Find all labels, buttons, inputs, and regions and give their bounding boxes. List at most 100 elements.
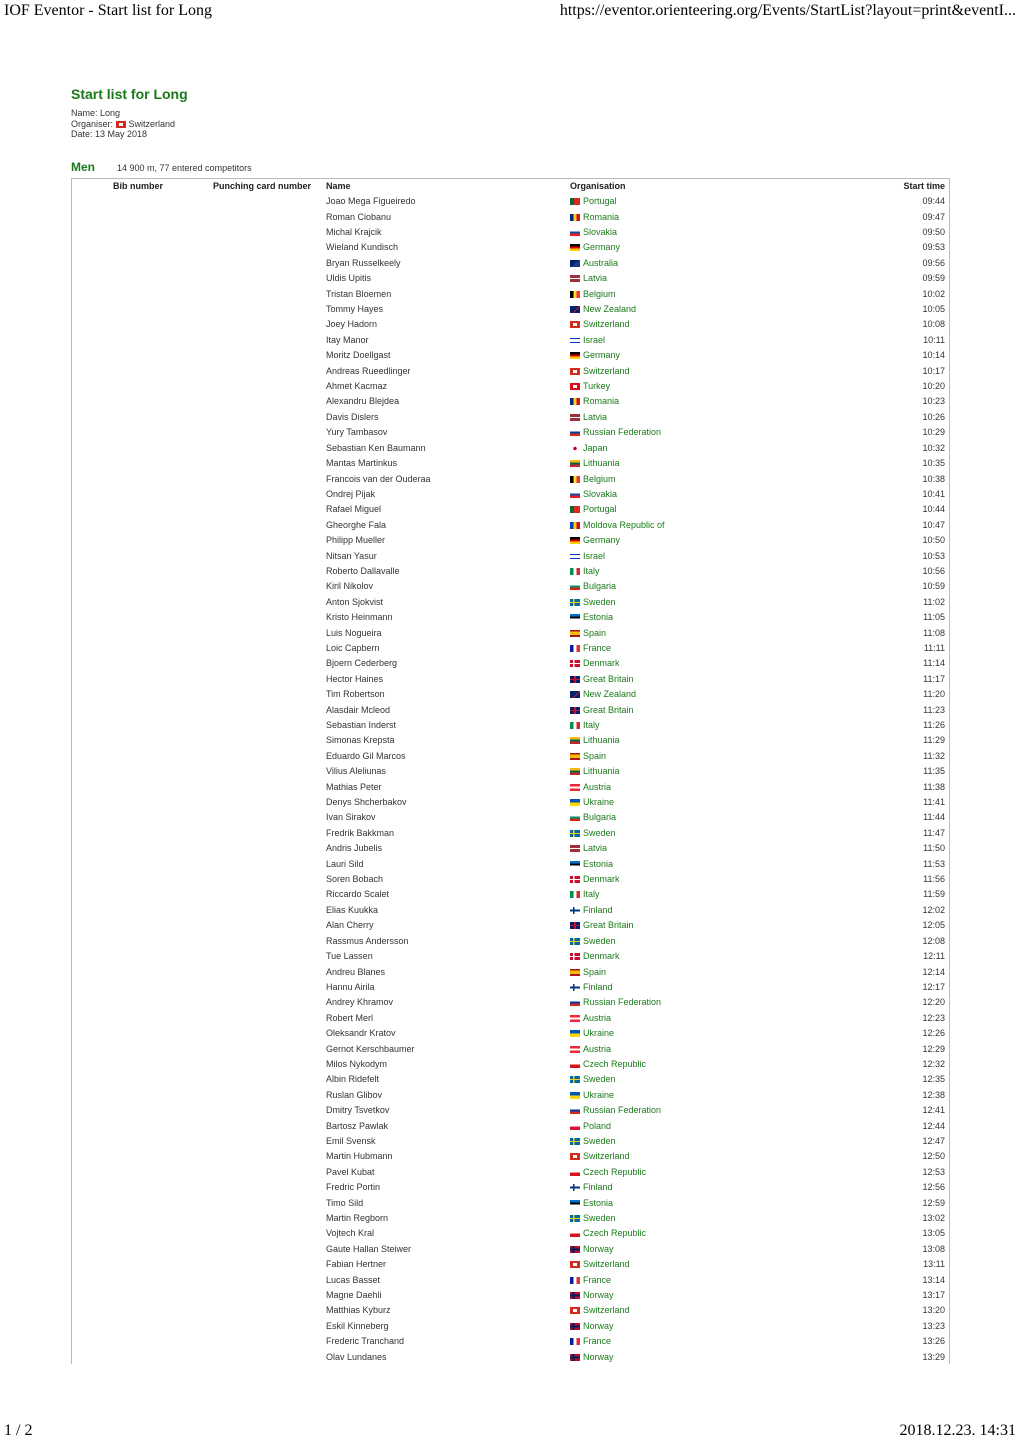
organisation-link[interactable]: Latvia [583, 843, 607, 853]
organisation-link[interactable]: Turkey [583, 381, 610, 391]
organisation-link[interactable]: Switzerland [583, 366, 630, 376]
bib-number-cell [72, 764, 198, 779]
organisation-link[interactable]: Switzerland [583, 1259, 630, 1269]
organisation-link[interactable]: Russian Federation [583, 427, 661, 437]
organisation-link[interactable]: Switzerland [583, 319, 630, 329]
organisation-link[interactable]: Norway [583, 1244, 614, 1254]
organisation-link[interactable]: Italy [583, 720, 600, 730]
organisation-link[interactable]: Finland [583, 905, 613, 915]
organisation-link[interactable]: Denmark [583, 951, 620, 961]
organisation-cell: Denmark [570, 656, 860, 671]
organisation-cell: Estonia [570, 1195, 860, 1210]
organisation-link[interactable]: Austria [583, 1013, 611, 1023]
organisation-link[interactable]: Czech Republic [583, 1167, 646, 1177]
table-row: Uldis Upitis Latvia 09:59 [72, 271, 949, 286]
organisation-link[interactable]: Russian Federation [583, 1105, 661, 1115]
table-row: Lauri Sild Estonia 11:53 [72, 856, 949, 871]
organisation-link[interactable]: Italy [583, 566, 600, 576]
punching-card-cell [198, 1303, 326, 1318]
organisation-link[interactable]: Israel [583, 335, 605, 345]
organisation-link[interactable]: Estonia [583, 612, 613, 622]
organisation-link[interactable]: Germany [583, 242, 620, 252]
organisation-link[interactable]: Spain [583, 628, 606, 638]
organisation-link[interactable]: Estonia [583, 1198, 613, 1208]
organisation-link[interactable]: Bulgaria [583, 581, 616, 591]
organisation-link[interactable]: Lithuania [583, 766, 620, 776]
organisation-link[interactable]: Denmark [583, 874, 620, 884]
organisation-link[interactable]: Sweden [583, 1136, 616, 1146]
organisation-link[interactable]: Spain [583, 967, 606, 977]
organisation-link[interactable]: Japan [583, 443, 608, 453]
organisation-link[interactable]: Poland [583, 1121, 611, 1131]
organisation-link[interactable]: Ukraine [583, 797, 614, 807]
organisation-link[interactable]: Portugal [583, 196, 617, 206]
organisation-link[interactable]: Great Britain [583, 920, 634, 930]
switzerland-flag-icon [570, 321, 580, 329]
organisation-link[interactable]: Sweden [583, 1213, 616, 1223]
organisation-link[interactable]: New Zealand [583, 304, 636, 314]
organisation-link[interactable]: Switzerland [583, 1151, 630, 1161]
table-row: Fabian Hertner Switzerland 13:11 [72, 1257, 949, 1272]
organisation-link[interactable]: Moldova Republic of [583, 520, 665, 530]
table-row: Fredric Portin Finland 12:56 [72, 1180, 949, 1195]
start-time: 12:02 [922, 904, 945, 915]
organisation-link[interactable]: Bulgaria [583, 812, 616, 822]
organisation-link[interactable]: Italy [583, 889, 600, 899]
organisation-link[interactable]: Israel [583, 551, 605, 561]
start-time: 10:17 [922, 365, 945, 376]
organisation-link[interactable]: Sweden [583, 1074, 616, 1084]
competitor-name: Moritz Doellgast [326, 350, 391, 361]
organisation-link[interactable]: Australia [583, 258, 618, 268]
organisation-link[interactable]: Sweden [583, 597, 616, 607]
punching-card-cell [198, 317, 326, 332]
start-time: 11:14 [923, 658, 945, 669]
organisation-link[interactable]: Lithuania [583, 458, 620, 468]
organisation-link[interactable]: Ukraine [583, 1090, 614, 1100]
start-time: 11:05 [923, 612, 945, 623]
organisation-link[interactable]: Switzerland [583, 1305, 630, 1315]
organisation-link[interactable]: Latvia [583, 412, 607, 422]
organisation-cell: Finland [570, 1180, 860, 1195]
organisation-link[interactable]: Norway [583, 1321, 614, 1331]
organisation-link[interactable]: France [583, 1336, 611, 1346]
competitor-name: Tristan Bloemen [326, 288, 392, 299]
organisation-link[interactable]: Slovakia [583, 489, 617, 499]
organisation-link[interactable]: Romania [583, 212, 619, 222]
organisation-link[interactable]: Lithuania [583, 735, 620, 745]
organisation-link[interactable]: Finland [583, 982, 613, 992]
organisation-link[interactable]: Ukraine [583, 1028, 614, 1038]
organisation-link[interactable]: Sweden [583, 936, 616, 946]
organisation-link[interactable]: France [583, 643, 611, 653]
organisation-link[interactable]: Germany [583, 535, 620, 545]
organisation-link[interactable]: Sweden [583, 828, 616, 838]
organisation-link[interactable]: Belgium [583, 474, 616, 484]
organisation-link[interactable]: Germany [583, 350, 620, 360]
organisation-link[interactable]: Finland [583, 1182, 613, 1192]
organisation-link[interactable]: Denmark [583, 658, 620, 668]
organisation-link[interactable]: Spain [583, 751, 606, 761]
organisation-link[interactable]: France [583, 1275, 611, 1285]
organisation-link[interactable]: Estonia [583, 859, 613, 869]
bib-number-cell [72, 471, 198, 486]
organisation-link[interactable]: Norway [583, 1352, 614, 1362]
organisation-link[interactable]: Great Britain [583, 705, 634, 715]
organisation-link[interactable]: Norway [583, 1290, 614, 1300]
organisation-cell: Spain [570, 625, 860, 640]
organisation-link[interactable]: Latvia [583, 273, 607, 283]
organisation-link[interactable]: Romania [583, 396, 619, 406]
organisation-link[interactable]: Portugal [583, 504, 617, 514]
organisation-link[interactable]: Russian Federation [583, 997, 661, 1007]
organisation-link[interactable]: Belgium [583, 289, 616, 299]
organisation-link[interactable]: Czech Republic [583, 1228, 646, 1238]
start-time: 10:23 [922, 396, 945, 407]
organisation-link[interactable]: New Zealand [583, 689, 636, 699]
organisation-link[interactable]: Slovakia [583, 227, 617, 237]
organisation-link[interactable]: Great Britain [583, 674, 634, 684]
organisation-link[interactable]: Austria [583, 1044, 611, 1054]
organisation-link[interactable]: Austria [583, 782, 611, 792]
organisation-link[interactable]: Czech Republic [583, 1059, 646, 1069]
lithuania-flag-icon [570, 768, 580, 776]
competitor-name: Alan Cherry [326, 920, 374, 931]
punching-card-cell [198, 378, 326, 393]
bib-number-cell [72, 887, 198, 902]
